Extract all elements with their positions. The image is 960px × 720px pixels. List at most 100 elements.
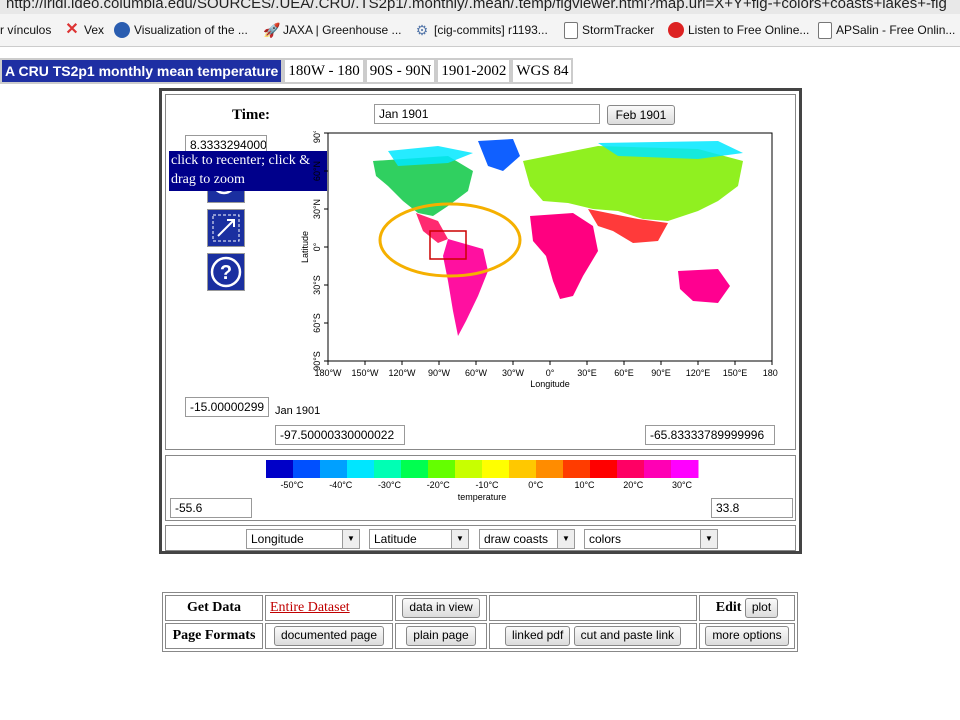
colorbar-tick-label: 0°C [528,480,544,490]
plain-page-button[interactable]: plain page [406,626,476,646]
x-tick-label: 90°E [651,368,671,378]
help-icon[interactable]: ? [207,253,245,291]
latitude-bottom-input[interactable]: -15.00000299 [185,397,269,417]
breadcrumb-datum[interactable]: WGS 84 [511,58,574,84]
figure-viewer: Time: Jan 1901 Feb 1901 8.3333294000 ? c… [159,88,802,554]
colorbar-tick-label: -20°C [427,480,451,490]
bookmark-cig-commits[interactable]: ⚙ [cig-commits] r1193... [414,14,548,46]
y-tick-label: 30°N [312,199,322,219]
y-tick-label: 90°N [312,131,322,143]
x-tick-label: 180° [763,368,778,378]
y-tick-label: 0° [312,242,322,251]
colorbar-swatch [563,460,591,478]
colorbar-min-input[interactable]: -55.6 [170,498,252,518]
x-tick-label: 60°W [465,368,488,378]
colorbar-max-input[interactable]: 33.8 [711,498,793,518]
expand-icon[interactable] [207,209,245,247]
colorbar-tick-label: 20°C [623,480,644,490]
format-cell: more options [699,623,795,649]
y-tick-label: 90°S [312,351,322,371]
breadcrumb-latitude-range[interactable]: 90S - 90N [364,58,437,84]
bookmark-stormtracker[interactable]: StormTracker [564,14,654,46]
x-axis-select[interactable]: Longitude ▼ [246,529,360,549]
plot-button[interactable]: plot [744,598,779,618]
colorbar-swatch [401,460,429,478]
x-tick-label: 30°E [577,368,597,378]
colorbar-swatch [293,460,321,478]
colorbar-tick-label: 30°C [672,480,693,490]
longitude-left-input[interactable]: -97.50000330000022 [275,425,405,445]
coasts-select[interactable]: draw coasts ▼ [479,529,575,549]
map-panel: Time: Jan 1901 Feb 1901 8.3333294000 ? c… [165,94,796,450]
time-label: Time: [232,107,271,123]
colorbar-swatch [266,460,294,478]
bookmark-label: Listen to Free Online... [688,23,810,37]
address-bar[interactable]: http://iridl.ldeo.columbia.edu/SOURCES/.… [0,0,960,14]
bookmark-listen[interactable]: Listen to Free Online... [668,14,809,46]
bookmark-label: StormTracker [582,23,655,37]
bookmark-label: [cig-commits] r1193... [434,23,548,37]
bookmark-visualization[interactable]: Visualization of the ... [114,14,248,46]
x-tick-label: 0° [546,368,555,378]
longitude-right-input[interactable]: -65.83333789999996 [645,425,775,445]
x-tick-label: 150°W [351,368,379,378]
colorbar-panel: -50°C -40°C -30°C -20°C -10°C 0°C 10°C 20°C 30°C… [165,455,796,521]
breadcrumb-dataset[interactable]: A CRU TS2p1 monthly mean temperature [0,58,284,84]
colorbar-swatch [671,460,699,478]
x-tick-label: 120°E [686,368,711,378]
data-in-view-cell: data in view [395,595,487,621]
globe-icon [114,22,130,38]
format-cell: documented page [265,623,393,649]
y-tick-label: 60°S [312,313,322,333]
y-axis-select[interactable]: Latitude ▼ [369,529,469,549]
y-axis-ticks: 90°S 60°S 30°S 0° 30°N 60°N 90°N [312,131,328,371]
cut-and-paste-link-button[interactable]: cut and paste link [573,626,682,646]
colorbar-tick-label: 10°C [574,480,595,490]
page-icon [818,21,832,39]
x-tick-label: 60°E [614,368,634,378]
bookmark-label: Vex [84,23,105,37]
colors-select[interactable]: colors ▼ [584,529,718,549]
more-options-button[interactable]: more options [705,626,789,646]
bookmark-jaxa[interactable]: 🚀 JAXA | Greenhouse ... [263,14,402,46]
colorbar-tick-label: -50°C [280,480,304,490]
bookmark-label: APSalin - Free Onlin... [836,23,956,37]
chevron-down-icon: ▼ [451,530,468,548]
linked-pdf-button[interactable]: linked pdf [504,626,571,646]
controls-panel: Longitude ▼ Latitude ▼ draw coasts ▼ colors… [165,525,796,551]
chevron-down-icon: ▼ [557,530,574,548]
colorbar-swatch [590,460,618,478]
colorbar-swatch [428,460,456,478]
gear-icon: ⚙ [415,22,429,38]
rocket-icon: 🚀 [263,22,281,38]
bookmark-vinculos[interactable]: r vínculos [0,14,51,46]
select-value: draw coasts [484,532,549,546]
data-in-view-button[interactable]: data in view [402,598,480,618]
breadcrumb-time-range[interactable]: 1901-2002 [436,58,512,84]
x-axis-label: Longitude [530,379,570,389]
x-tick-label: 90°W [428,368,451,378]
format-cell: plain page [395,623,487,649]
colorbar-label: temperature [458,492,507,502]
bookmarks-bar: r vínculos ✕ Vex Visualization of the ...… [0,14,960,47]
bookmark-vex[interactable]: ✕ Vex [64,14,104,46]
colorbar-swatch [374,460,402,478]
chevron-down-icon: ▼ [342,530,359,548]
next-time-button[interactable]: Feb 1901 [607,105,675,125]
temperature-map[interactable]: 180°W 150°W 120°W 90°W 60°W 30°W 0° 30°E 60°E 90°… [298,131,778,403]
bookmark-apsalin[interactable]: APSalin - Free Onlin... [818,14,955,46]
colorbar-swatch [482,460,510,478]
page-formats-label: Page Formats [172,628,256,643]
colorbar: -50°C -40°C -30°C -20°C -10°C 0°C 10°C 20°C 30°C… [266,460,699,502]
format-cell: linked pdf cut and paste link [489,623,697,649]
time-input[interactable]: Jan 1901 [374,104,600,124]
breadcrumb-longitude-range[interactable]: 180W - 180 [283,58,365,84]
x-tick-label: 150°E [723,368,748,378]
colorbar-swatch [347,460,375,478]
entire-dataset-cell: Entire Dataset [265,595,393,621]
colorbar-tick-label: -40°C [329,480,353,490]
colorbar-swatch [509,460,537,478]
x-axis-ticks: 180°W 150°W 120°W 90°W 60°W 30°W 0° 30°E 60°E 90°… [314,361,778,378]
entire-dataset-link[interactable]: Entire Dataset [270,600,350,615]
documented-page-button[interactable]: documented page [273,626,385,646]
